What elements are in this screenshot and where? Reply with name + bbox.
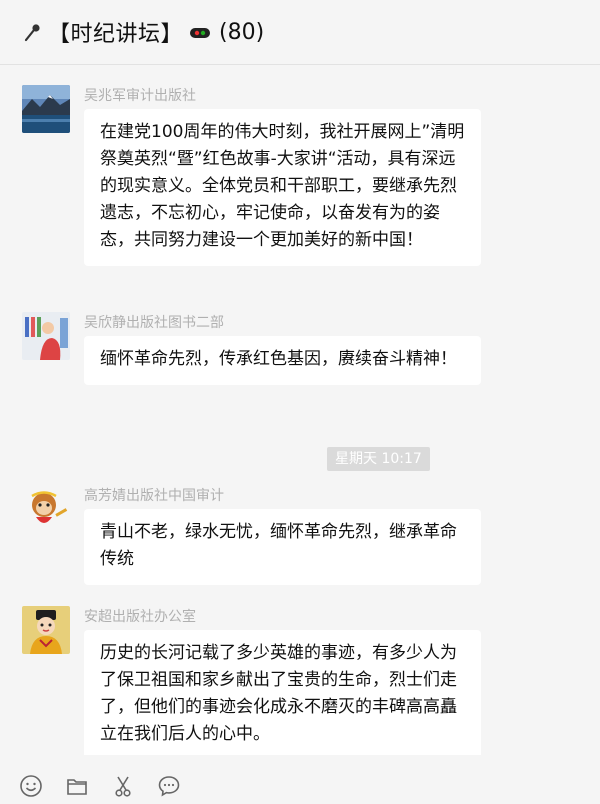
message-bubble[interactable]: 缅怀革命先烈，传承红色基因，赓续奋斗精神！ — [84, 336, 481, 385]
message-bubble[interactable]: 在建党100周年的伟大时刻，我社开展网上”清明祭奠英烈“暨”红色故事-大家讲“活… — [84, 109, 481, 266]
sender-name: 高芳婧出版社中国审计 — [84, 488, 224, 504]
chat-header: 【时纪讲坛】 (80) — [0, 0, 600, 65]
timestamp: 星期天 10:17 — [327, 447, 430, 471]
sender-name: 吴欣静出版社图书二部 — [84, 315, 224, 331]
emoji-icon[interactable] — [18, 773, 44, 799]
input-toolbar — [0, 768, 600, 804]
message-bubble[interactable]: 历史的长河记载了多少英雄的事迹，有多少人为了保卫祖国和家乡献出了宝贵的生命，烈士… — [84, 630, 481, 755]
sender-name: 安超出版社办公室 — [84, 609, 196, 625]
message-bubble[interactable]: 青山不老，绿水无忧，缅怀革命先烈，继承革命传统 — [84, 509, 481, 585]
sender-name: 吴兆军审计出版社 — [84, 88, 196, 104]
pill-emoji-icon — [189, 25, 211, 39]
scissors-icon[interactable] — [110, 773, 136, 799]
monkey-king-avatar[interactable] — [22, 485, 70, 533]
chat-bubble-icon[interactable] — [156, 773, 182, 799]
landscape-avatar[interactable] — [22, 85, 70, 133]
microphone-icon — [22, 21, 44, 43]
group-title[interactable]: 【时纪讲坛】 — [48, 16, 183, 48]
folder-icon[interactable] — [64, 773, 90, 799]
message-list[interactable]: 吴兆军审计出版社 在建党100周年的伟大时刻，我社开展网上”清明祭奠英烈“暨”红… — [0, 65, 600, 755]
drawing-avatar[interactable] — [22, 312, 70, 360]
member-count: (80) — [219, 19, 265, 45]
child-emperor-avatar[interactable] — [22, 606, 70, 654]
